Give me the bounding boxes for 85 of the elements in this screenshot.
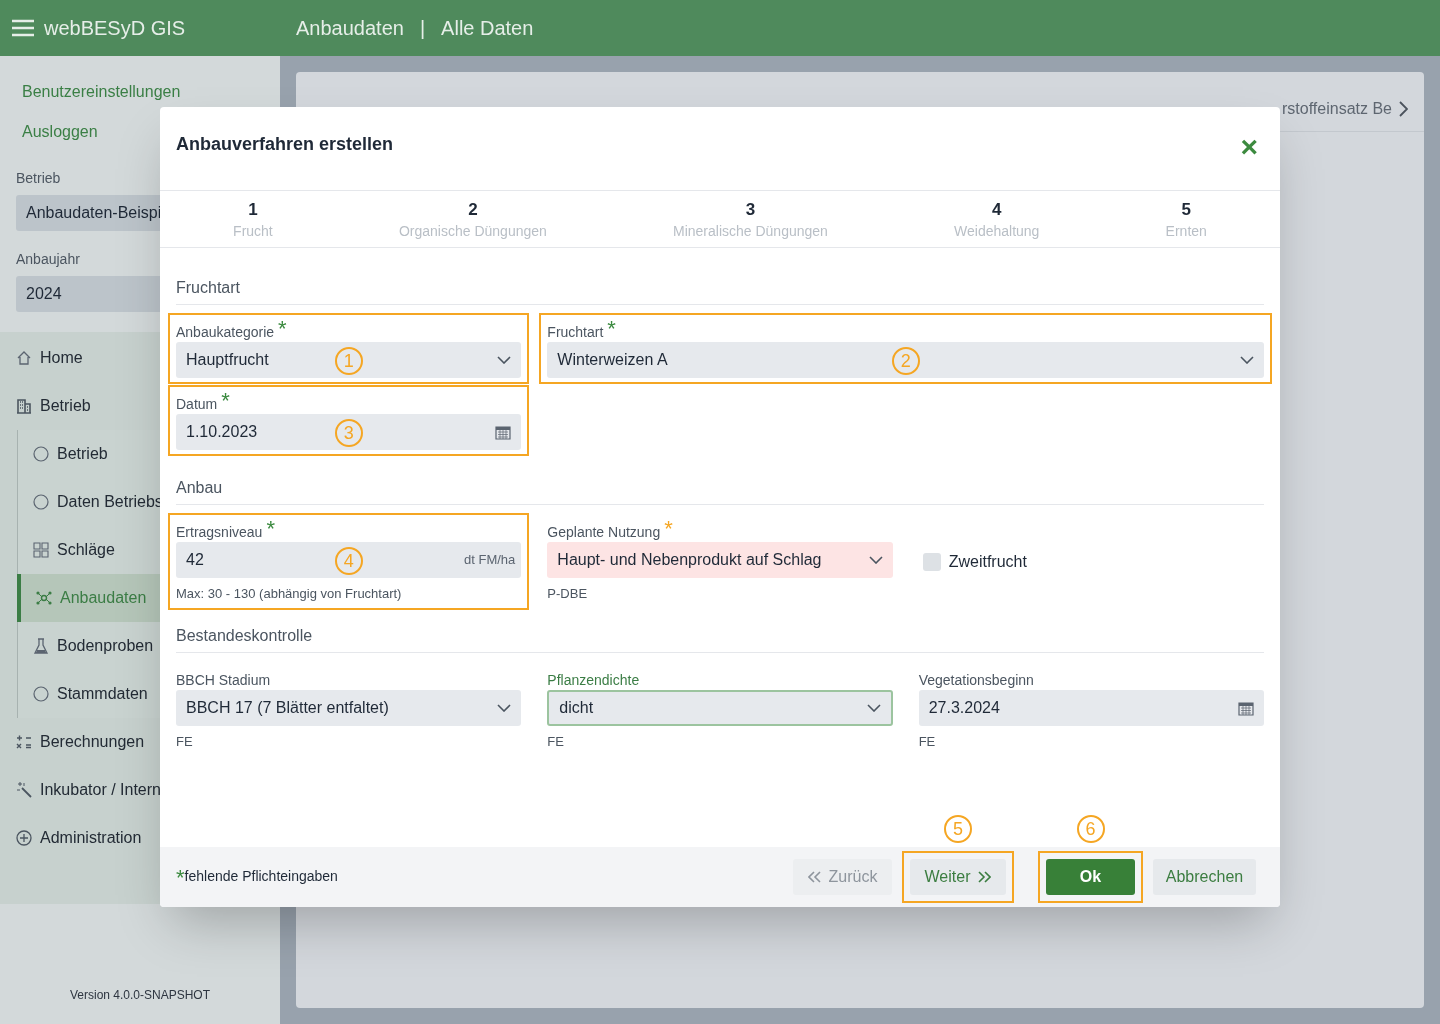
field-label: Datum <box>176 395 218 414</box>
field-label: Pflanzendichte <box>547 670 640 690</box>
calendar-icon <box>495 424 512 440</box>
required-asterisk: * <box>607 318 616 340</box>
double-chevron-left-icon <box>807 871 821 883</box>
input-field[interactable]: 42 4 dt FM/ha <box>176 542 522 578</box>
checkbox[interactable]: Zweitfrucht <box>922 550 1264 574</box>
required-asterisk: * <box>221 390 230 412</box>
field-value: Hauptfrucht <box>186 350 269 370</box>
section-title: Fruchtart <box>176 276 1264 305</box>
field-value: Winterweizen A <box>557 350 668 370</box>
field-label: Geplante Nutzung <box>547 523 661 542</box>
field-label: Ertragsniveau <box>176 523 263 542</box>
step-number: 3 <box>745 199 756 221</box>
field-value: 42 <box>186 550 204 570</box>
step-number: 1 <box>248 199 258 221</box>
building-icon <box>16 398 32 414</box>
menu-icon[interactable] <box>12 19 34 37</box>
step-number: 5 <box>1181 199 1191 221</box>
step-number: 2 <box>468 199 478 221</box>
calendar-icon <box>1238 699 1254 716</box>
date-field[interactable]: 1.10.2023 3 <box>176 414 522 450</box>
field-label: Fruchtart <box>547 323 604 342</box>
hint-text: FE <box>547 732 565 751</box>
grid-icon <box>33 542 49 558</box>
chevron-down-icon <box>1240 356 1254 364</box>
unit-text: dt FM/ha <box>464 551 516 570</box>
plus-circle-icon <box>16 830 32 846</box>
annotation-marker: 4 <box>334 547 363 575</box>
field-label: Betrieb <box>16 169 62 188</box>
hint-text: FE <box>918 732 937 751</box>
ok-button[interactable]: Ok <box>1046 859 1135 895</box>
field-value: BBCH 17 (7 Blätter entfaltet) <box>186 697 389 718</box>
chevron-down-icon <box>497 356 512 364</box>
nav-item[interactable]: Administration <box>0 814 280 862</box>
calculator-icon <box>16 734 32 750</box>
section-title: Bestandeskontrolle <box>176 623 1264 653</box>
cancel-button[interactable]: Abbrechen <box>1153 859 1256 895</box>
next-button[interactable]: Weiter <box>910 859 1006 895</box>
chevron-down-icon <box>497 703 512 712</box>
breadcrumb-separator: | <box>419 16 426 41</box>
home-icon <box>16 350 32 366</box>
checkbox-box[interactable] <box>922 553 941 571</box>
select-field[interactable]: dicht <box>547 689 893 726</box>
field-value: Haupt- und Nebenprodukt auf Schlag <box>557 550 822 570</box>
nav-item[interactable]: Inkubator / Intern <box>0 766 280 814</box>
select-field[interactable]: Hauptfrucht 1 <box>176 342 522 378</box>
annotation-marker: 5 <box>944 815 972 843</box>
field-value: dicht <box>559 697 594 718</box>
select-field[interactable]: Winterweizen A 2 <box>547 342 1264 378</box>
required-asterisk: * <box>278 318 287 340</box>
circle-icon <box>33 494 49 510</box>
field-label: Anbaujahr <box>16 250 81 269</box>
dialog-title: Anbauverfahren erstellen <box>176 133 394 156</box>
chevron-down-icon <box>866 703 881 712</box>
select-field[interactable]: Haupt- und Nebenprodukt auf Schlag <box>547 542 893 578</box>
annotation-marker: 6 <box>1076 815 1105 843</box>
annotation-marker: 1 <box>334 347 363 375</box>
annotation-marker: 2 <box>891 347 920 375</box>
chevron-down-icon <box>868 556 883 564</box>
select-field[interactable]: BBCH 17 (7 Blätter entfaltet) <box>176 689 522 726</box>
flask-icon <box>33 638 49 654</box>
chevron-right-icon[interactable] <box>1398 100 1408 117</box>
field-label: Anbaukategorie <box>176 323 275 342</box>
network-icon <box>36 590 52 606</box>
required-asterisk: * <box>664 518 673 540</box>
close-button[interactable]: × <box>1240 132 1258 162</box>
field-label: Vegetationsbeginn <box>918 670 1034 690</box>
double-chevron-right-icon <box>978 871 992 883</box>
annotation-marker: 3 <box>334 419 363 447</box>
hint-text: P-DBE <box>547 585 589 603</box>
date-field[interactable]: 27.3.2024 <box>918 689 1264 726</box>
circle-icon <box>33 686 49 702</box>
tab[interactable]: rstoffeinsatz Be <box>1282 96 1392 121</box>
field-label: BBCH Stadium <box>176 670 271 690</box>
app-title: webBESyD GIS <box>44 16 187 41</box>
circle-icon <box>33 446 49 462</box>
field-value: 27.3.2024 <box>928 697 1000 718</box>
field-value: 1.10.2023 <box>186 422 258 442</box>
version-text: Version 4.0.0-SNAPSHOT <box>69 987 211 1004</box>
hint-text: FE <box>176 732 194 751</box>
section-title: Anbau <box>176 476 1264 505</box>
required-asterisk: * <box>266 518 275 540</box>
step-number: 4 <box>992 199 1002 221</box>
wand-icon <box>16 782 32 798</box>
